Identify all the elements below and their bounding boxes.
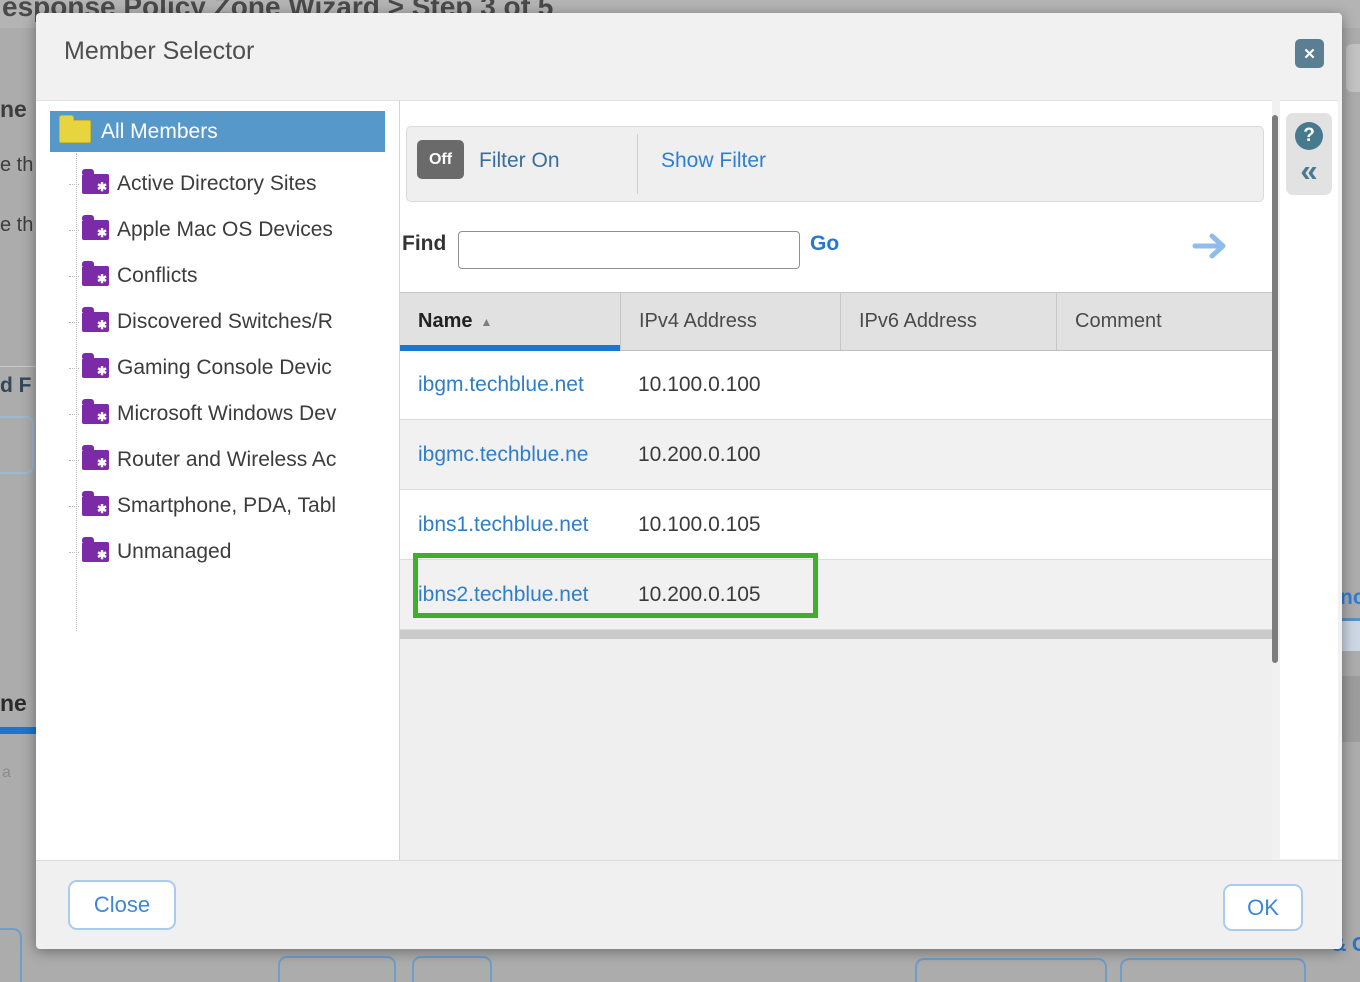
group-folder-icon: ✱ xyxy=(82,450,109,470)
tree-item-microsoft-windows-devices[interactable]: ✱ Microsoft Windows Dev xyxy=(36,391,399,437)
sort-ascending-icon: ▲ xyxy=(480,315,492,329)
member-name-link[interactable]: ibgm.techblue.net xyxy=(400,350,620,419)
help-icon[interactable]: ? xyxy=(1295,122,1323,150)
tree-item-smartphone-pda-tablet[interactable]: ✱ Smartphone, PDA, Tabl xyxy=(36,483,399,529)
table-end-separator xyxy=(400,630,1272,639)
column-header-ipv6[interactable]: IPv6 Address xyxy=(840,293,1056,350)
find-label: Find xyxy=(402,232,446,256)
tree-item-conflicts[interactable]: ✱ Conflicts xyxy=(36,253,399,299)
member-name-link[interactable]: ibns2.techblue.net xyxy=(400,560,620,629)
background-selection-fragment xyxy=(1340,618,1360,651)
background-block-fragment xyxy=(1340,676,1360,742)
group-folder-icon: ✱ xyxy=(82,358,109,378)
member-selector-dialog: Member Selector ✕ All Members ✱ Active D… xyxy=(36,13,1342,948)
member-ipv6 xyxy=(840,350,1056,419)
dialog-title: Member Selector xyxy=(64,37,254,66)
tree-item-gaming-console-devices[interactable]: ✱ Gaming Console Devic xyxy=(36,345,399,391)
background-link-fragment: nc xyxy=(1340,586,1360,610)
tree-children: ✱ Active Directory Sites ✱ Apple Mac OS … xyxy=(36,161,399,575)
tree-item-router-and-wireless[interactable]: ✱ Router and Wireless Ac xyxy=(36,437,399,483)
open-folder-icon xyxy=(59,120,91,143)
close-button[interactable]: Close xyxy=(68,880,176,930)
filter-divider xyxy=(637,134,638,194)
tree-item-discovered-switches[interactable]: ✱ Discovered Switches/R xyxy=(36,299,399,345)
member-ipv4: 10.100.0.100 xyxy=(620,350,840,419)
show-filter-link[interactable]: Show Filter xyxy=(661,149,766,173)
background-text-fragment: a xyxy=(2,764,11,782)
dialog-footer: Close OK xyxy=(36,860,1342,949)
background-panel-fragment xyxy=(1346,44,1360,92)
ok-button[interactable]: OK xyxy=(1223,884,1303,931)
find-input[interactable] xyxy=(458,231,800,269)
table-header: Name ▲ IPv4 Address IPv6 Address Comment xyxy=(400,292,1272,351)
filter-bar: Off Filter On Show Filter xyxy=(406,126,1264,202)
table-row[interactable]: ibns1.techblue.net 10.100.0.105 xyxy=(400,490,1272,560)
column-header-comment[interactable]: Comment xyxy=(1056,293,1272,350)
member-ipv4: 10.100.0.105 xyxy=(620,490,840,559)
member-ipv6 xyxy=(840,490,1056,559)
member-ipv6 xyxy=(840,560,1056,629)
member-name-link[interactable]: ibgmc.techblue.ne xyxy=(400,420,620,489)
vertical-scrollbar[interactable] xyxy=(1272,115,1278,663)
background-tab-underline xyxy=(0,727,36,734)
screen: esponse Policy Zone Wizard > Step 3 of 5… xyxy=(0,0,1360,982)
group-folder-icon: ✱ xyxy=(82,496,109,516)
collapse-panel-icon[interactable]: « xyxy=(1286,151,1332,191)
tree-root-label: All Members xyxy=(101,120,218,144)
column-header-ipv4[interactable]: IPv4 Address xyxy=(620,293,840,350)
background-button-outline xyxy=(915,958,1107,982)
group-folder-icon: ✱ xyxy=(82,312,109,332)
background-text-fragment: e th xyxy=(0,154,33,177)
member-tree-panel: All Members ✱ Active Directory Sites ✱ A… xyxy=(36,100,400,861)
next-page-arrow-icon[interactable] xyxy=(1192,231,1228,266)
background-button-outline xyxy=(1120,958,1306,982)
tree-item-active-directory-sites[interactable]: ✱ Active Directory Sites xyxy=(36,161,399,207)
background-button-outline xyxy=(278,956,396,982)
background-text-fragment: ne xyxy=(0,96,27,123)
member-comment xyxy=(1056,350,1272,419)
right-icon-strip: ? « xyxy=(1280,100,1338,859)
tree-item-all-members[interactable]: All Members xyxy=(50,111,385,152)
table-body: ibgm.techblue.net 10.100.0.100 ibgmc.tec… xyxy=(400,350,1272,630)
member-name-link[interactable]: ibns1.techblue.net xyxy=(400,490,620,559)
table-row[interactable]: ibgm.techblue.net 10.100.0.100 xyxy=(400,350,1272,420)
background-tab-fragment: ne xyxy=(0,690,27,717)
group-folder-icon: ✱ xyxy=(82,266,109,286)
member-comment xyxy=(1056,490,1272,559)
close-icon[interactable]: ✕ xyxy=(1295,39,1324,68)
tree-item-apple-mac-os-devices[interactable]: ✱ Apple Mac OS Devices xyxy=(36,207,399,253)
member-comment xyxy=(1056,420,1272,489)
column-header-name[interactable]: Name ▲ xyxy=(400,293,620,350)
group-folder-icon: ✱ xyxy=(82,404,109,424)
background-button-outline xyxy=(412,956,492,982)
filter-on-label: Filter On xyxy=(479,149,560,173)
member-ipv6 xyxy=(840,420,1056,489)
filter-toggle-button[interactable]: Off xyxy=(417,140,464,179)
tree-item-unmanaged[interactable]: ✱ Unmanaged xyxy=(36,529,399,575)
panel-tools: ? « xyxy=(1286,113,1332,195)
member-ipv4: 10.200.0.105 xyxy=(620,560,840,629)
group-folder-icon: ✱ xyxy=(82,174,109,194)
member-ipv4: 10.200.0.100 xyxy=(620,420,840,489)
member-list-panel: Off Filter On Show Filter Find Go Name ▲ xyxy=(400,100,1272,861)
member-comment xyxy=(1056,560,1272,629)
background-input-fragment xyxy=(0,416,34,474)
table-empty-area xyxy=(400,639,1272,861)
group-folder-icon: ✱ xyxy=(82,220,109,240)
background-text-fragment: e th xyxy=(0,214,33,237)
go-link[interactable]: Go xyxy=(810,232,839,256)
group-folder-icon: ✱ xyxy=(82,542,109,562)
table-row[interactable]: ibgmc.techblue.ne 10.200.0.100 xyxy=(400,420,1272,490)
background-divider xyxy=(0,366,36,367)
background-text-fragment: d F xyxy=(0,374,32,398)
table-row-highlighted[interactable]: ibns2.techblue.net 10.200.0.105 xyxy=(400,560,1272,630)
background-button-outline xyxy=(0,928,22,982)
